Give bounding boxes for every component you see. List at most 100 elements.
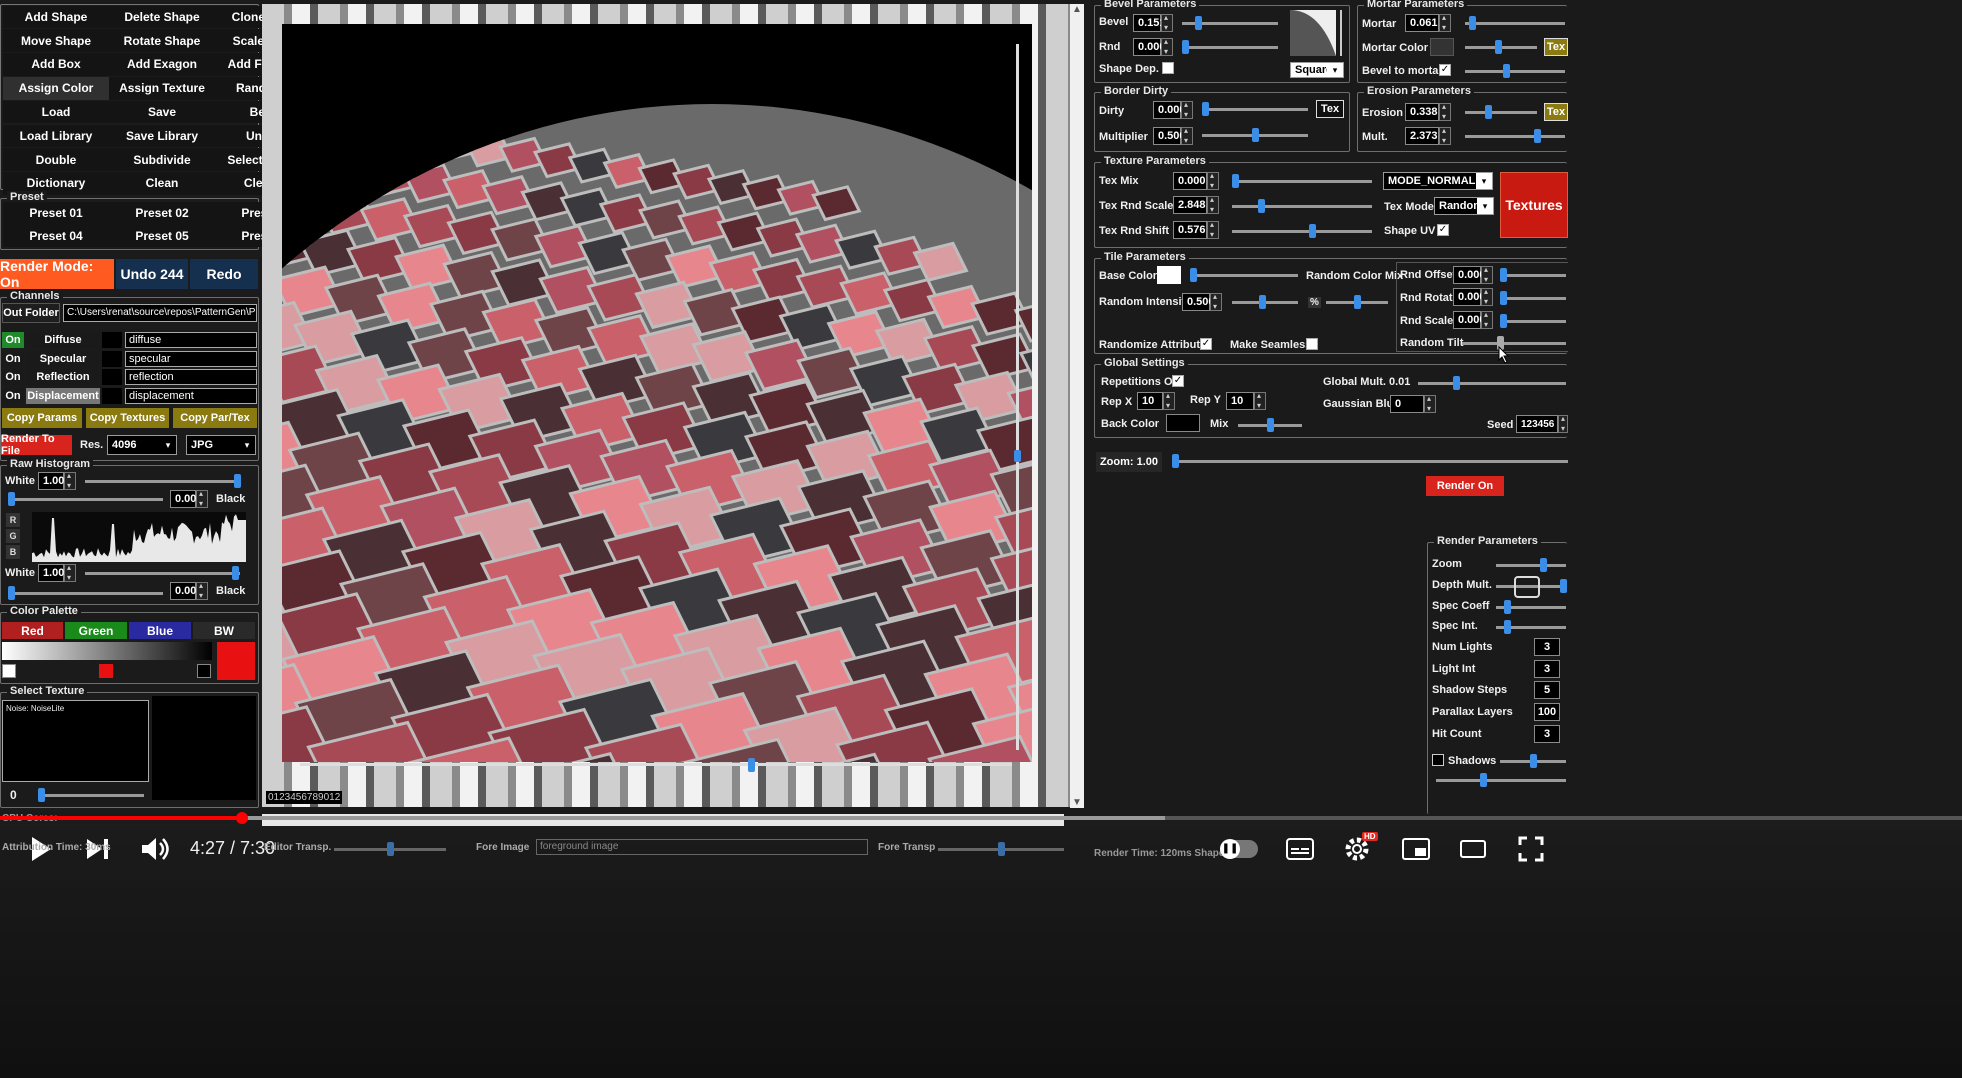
histogram-channel-r-button[interactable]: R <box>6 513 20 527</box>
tex-mode-normal-dropdown[interactable]: MODE_NORMAL ▾ <box>1383 172 1493 190</box>
base-color-slider-thumb[interactable] <box>1190 268 1197 282</box>
redo-button[interactable]: Redo <box>190 259 258 289</box>
main-vscroll[interactable]: ▲ ▼ <box>1070 4 1084 808</box>
bevel-to-mortar-checkbox[interactable]: ✓ <box>1439 64 1451 76</box>
dirty-input[interactable]: 0.000 <box>1153 101 1186 119</box>
rnd-scale-slider-thumb[interactable] <box>1500 314 1507 328</box>
base-color-slider-track[interactable] <box>1190 274 1298 277</box>
black-input[interactable]: 0.00 <box>170 490 196 508</box>
channel-displacement-toggle[interactable]: On <box>2 387 24 404</box>
zoom-slider-track[interactable] <box>1496 564 1566 567</box>
palette-red-button[interactable]: Red <box>2 622 63 639</box>
channel-reflection-label[interactable]: Reflection <box>26 369 100 385</box>
shadows-checkbox[interactable] <box>1432 754 1444 766</box>
channel-diffuse-label[interactable]: Diffuse <box>26 332 100 348</box>
theater-mode-icon[interactable] <box>1460 840 1486 858</box>
channel-displacement-filename-input[interactable]: displacement <box>125 387 257 404</box>
random-intensity-input[interactable]: 0.500 <box>1182 293 1215 311</box>
channel-specular-filename-input[interactable]: specular <box>125 350 257 367</box>
dirty-spinner[interactable] <box>1181 100 1193 119</box>
viewport-vscroll-thumb[interactable] <box>1014 450 1021 462</box>
multiplier-spinner[interactable] <box>1181 126 1193 145</box>
white-input[interactable]: 1.00 <box>38 472 64 490</box>
chevron-down-icon[interactable]: ▼ <box>1072 797 1082 808</box>
palette-gradient[interactable] <box>2 642 212 660</box>
texture-list[interactable]: Noise: NoiseLite <box>2 700 149 782</box>
textures-button[interactable]: Textures <box>1500 172 1568 238</box>
copy-par-tex-button[interactable]: Copy Par/Tex <box>173 408 257 428</box>
multiplier-slider-thumb[interactable] <box>1252 128 1259 142</box>
load-library-button[interactable]: Load Library <box>3 124 109 148</box>
palette-black-stop[interactable] <box>197 664 211 678</box>
rnd-offset-slider-thumb[interactable] <box>1500 268 1507 282</box>
seed-spinner[interactable] <box>1558 414 1568 433</box>
tex-mode-dropdown[interactable]: Random ▾ <box>1434 197 1494 215</box>
global-mult-slider-thumb[interactable] <box>1453 376 1460 390</box>
out-folder-input[interactable]: C:\Users\renat\source\repos\PatternGen\P <box>63 304 257 322</box>
viewport-hscroll-thumb[interactable] <box>748 758 755 772</box>
shape-dep-checkbox[interactable] <box>1162 62 1174 74</box>
shadows-slider-thumb[interactable] <box>1530 754 1537 768</box>
bevel-to-mortar-slider-track[interactable] <box>1465 70 1565 73</box>
spec-coeff-slider-thumb[interactable] <box>1504 600 1511 614</box>
preset-04-button[interactable]: Preset 04 <box>3 224 109 247</box>
add-shape-button[interactable]: Add Shape <box>3 5 109 29</box>
tex-rnd-scale-spinner[interactable] <box>1207 195 1219 214</box>
erosion-mult-input[interactable]: 2.373 <box>1405 127 1439 145</box>
channel-specular-toggle[interactable]: On <box>2 350 24 367</box>
erosion-mult-slider-track[interactable] <box>1465 135 1565 138</box>
depth-mult-slider-thumb[interactable] <box>1560 579 1567 593</box>
num-lights-input[interactable]: 3 <box>1534 638 1560 656</box>
white-slider-track[interactable] <box>85 480 240 483</box>
subdivide-button[interactable]: Subdivide <box>109 148 215 171</box>
dirty-tex-button[interactable]: Tex <box>1316 100 1344 118</box>
random-tilt-slider-track[interactable] <box>1462 342 1566 345</box>
randomize-attributes-checkbox[interactable]: ✓ <box>1200 338 1212 350</box>
histogram-channel-b-button[interactable]: B <box>6 545 20 559</box>
bevel-spinner[interactable] <box>1161 13 1173 32</box>
light-int-input[interactable]: 3 <box>1534 660 1560 678</box>
mortar-spinner[interactable] <box>1439 13 1451 32</box>
channel-reflection-toggle[interactable]: On <box>2 369 24 385</box>
erosion-tex-button[interactable]: Tex <box>1544 103 1568 121</box>
mortar-tex-button[interactable]: Tex <box>1544 38 1568 56</box>
rnd-scale-spinner[interactable] <box>1481 310 1493 329</box>
bevel-slider-thumb[interactable] <box>1195 16 1202 30</box>
random-intensity-slider-thumb[interactable] <box>1259 295 1266 309</box>
black2-spinner[interactable] <box>196 581 208 600</box>
clean-button[interactable]: Clean <box>109 172 215 195</box>
double-button[interactable]: Double <box>3 148 109 171</box>
bevel-to-mortar-slider-thumb[interactable] <box>1503 64 1510 78</box>
out-folder-button[interactable]: Out Folder <box>2 303 60 323</box>
black-spinner[interactable] <box>196 489 208 508</box>
rnd-offset-spinner[interactable] <box>1481 265 1493 284</box>
erosion-mult-slider-thumb[interactable] <box>1534 129 1541 143</box>
bevel-rnd-input[interactable]: 0.000 <box>1133 38 1166 56</box>
rnd-rotate-slider-track[interactable] <box>1500 297 1566 300</box>
fore-transp-slider-thumb[interactable] <box>998 842 1005 856</box>
shape-dropdown[interactable]: Square ▾ <box>1290 62 1344 78</box>
shape-uv-checkbox[interactable]: ✓ <box>1437 224 1449 236</box>
preset-01-button[interactable]: Preset 01 <box>3 202 109 225</box>
render-on-button[interactable]: Render On <box>1426 476 1504 496</box>
subtitles-icon[interactable] <box>1286 838 1314 860</box>
black-slider-thumb[interactable] <box>8 492 15 506</box>
copy-textures-button[interactable]: Copy Textures <box>86 408 169 428</box>
texture-slider-thumb[interactable] <box>38 788 45 802</box>
tex-rnd-shift-input[interactable]: 0.576 <box>1173 221 1207 239</box>
tex-rnd-shift-spinner[interactable] <box>1207 220 1219 239</box>
random-intensity-spinner[interactable] <box>1210 292 1222 311</box>
channel-specular-swatch[interactable] <box>102 350 122 367</box>
rnd-scale-slider-track[interactable] <box>1500 320 1566 323</box>
zoom-slider-track[interactable] <box>1172 460 1568 463</box>
chevron-up-icon[interactable]: ▲ <box>1072 4 1082 15</box>
undo-button[interactable]: Undo 244 <box>116 259 188 289</box>
black2-input[interactable]: 0.00 <box>170 582 196 600</box>
erosion-mult-spinner[interactable] <box>1439 126 1451 145</box>
white2-spinner[interactable] <box>64 563 76 582</box>
texture-list-item[interactable]: Noise: NoiseLite <box>6 704 64 713</box>
rep-y-input[interactable]: 10 <box>1226 392 1254 410</box>
fullscreen-icon[interactable] <box>1518 836 1544 862</box>
palette-blue-button[interactable]: Blue <box>129 622 191 639</box>
mortar-slider-thumb[interactable] <box>1469 16 1476 30</box>
